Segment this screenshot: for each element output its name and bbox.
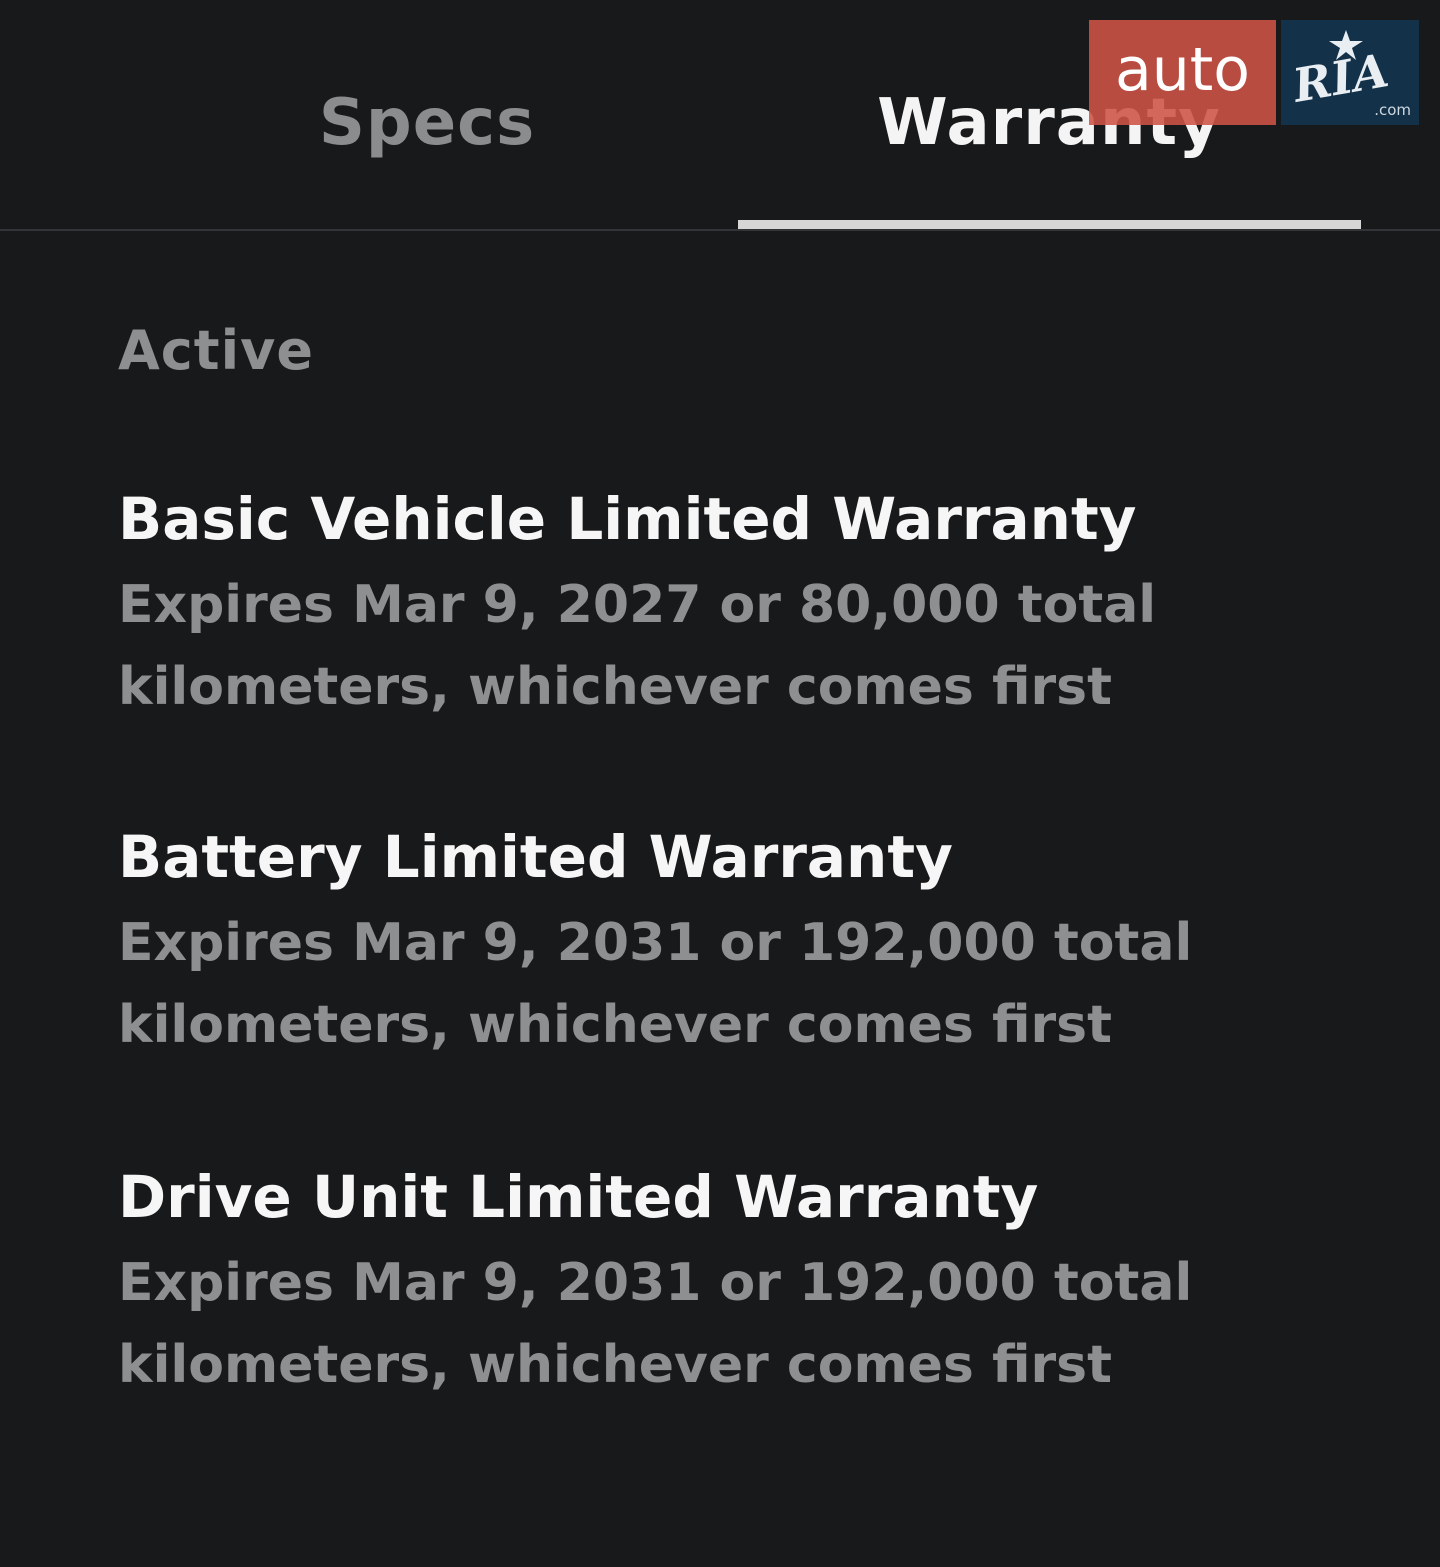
warranty-item: Battery Limited Warranty Expires Mar 9, … <box>118 822 1258 1066</box>
tab-specs[interactable]: Specs <box>116 0 738 232</box>
watermark-ria-block: RIA .com <box>1281 20 1419 125</box>
warranty-item: Drive Unit Limited Warranty Expires Mar … <box>118 1162 1258 1406</box>
watermark-com-text: .com <box>1374 101 1411 119</box>
warranty-item: Basic Vehicle Limited Warranty Expires M… <box>118 484 1258 728</box>
tab-specs-label: Specs <box>318 86 536 160</box>
watermark-auto-text: auto <box>1114 35 1251 105</box>
warranty-detail: Expires Mar 9, 2027 or 80,000 total kilo… <box>118 575 1157 717</box>
tab-bar-divider <box>0 229 1440 231</box>
section-label-active: Active <box>118 319 314 382</box>
warranty-detail: Expires Mar 9, 2031 or 192,000 total kil… <box>118 1253 1193 1395</box>
warranty-title: Battery Limited Warranty <box>118 823 953 891</box>
warranty-detail: Expires Mar 9, 2031 or 192,000 total kil… <box>118 913 1193 1055</box>
warranty-title: Drive Unit Limited Warranty <box>118 1163 1039 1231</box>
watermark-auto-block: auto <box>1089 20 1276 125</box>
warranty-screen: Specs Warranty auto RIA .com Active Basi… <box>0 0 1440 1567</box>
warranty-title: Basic Vehicle Limited Warranty <box>118 485 1137 553</box>
autoria-watermark-logo: auto RIA .com <box>1089 20 1419 125</box>
